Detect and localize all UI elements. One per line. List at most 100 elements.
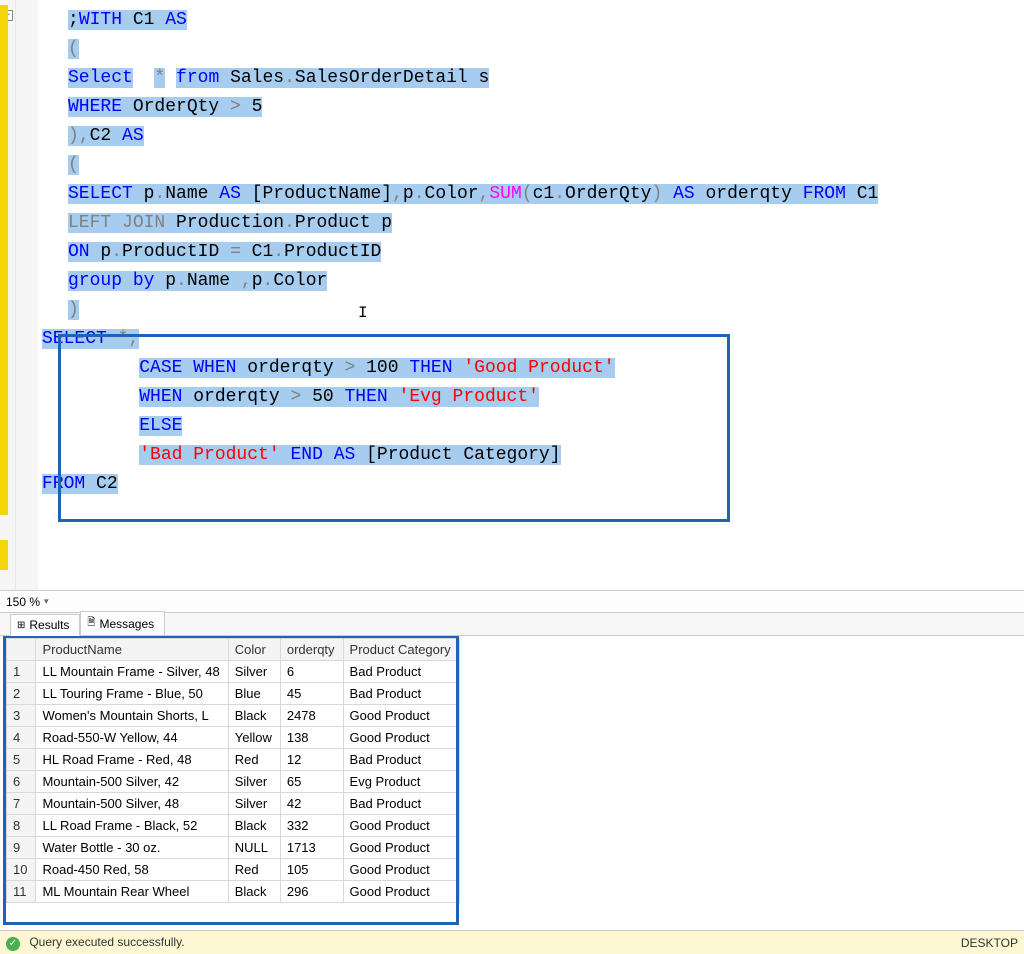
cell[interactable]: Good Product <box>343 727 459 749</box>
cell[interactable]: Silver <box>228 771 280 793</box>
row-number[interactable]: 6 <box>7 771 36 793</box>
row-number[interactable]: 3 <box>7 705 36 727</box>
code-line[interactable]: WHEN orderqty > 50 THEN 'Evg Product' <box>38 383 1024 412</box>
table-row[interactable]: 7Mountain-500 Silver, 48Silver42Bad Prod… <box>7 793 460 815</box>
code-line[interactable]: ( <box>38 151 1024 180</box>
code-line[interactable]: group by p.Name ,p.Color <box>38 267 1024 296</box>
tab-results[interactable]: ⊞ Results <box>10 614 80 636</box>
cell[interactable]: Road-550-W Yellow, 44 <box>36 727 228 749</box>
cell[interactable]: 65 <box>280 771 343 793</box>
table-row[interactable]: 3Women's Mountain Shorts, LBlack2478Good… <box>7 705 460 727</box>
table-row[interactable]: 10Road-450 Red, 58Red105Good Product <box>7 859 460 881</box>
code-content[interactable]: ;WITH C1 AS(Select * from Sales.SalesOrd… <box>38 0 1024 590</box>
cell[interactable]: Black <box>228 705 280 727</box>
table-row[interactable]: 9Water Bottle - 30 oz.NULL1713Good Produ… <box>7 837 460 859</box>
cell[interactable]: 12 <box>280 749 343 771</box>
code-line[interactable]: SELECT p.Name AS [ProductName],p.Color,S… <box>38 180 1024 209</box>
cell[interactable]: Evg Product <box>343 771 459 793</box>
cell[interactable]: 42 <box>280 793 343 815</box>
cell[interactable]: 105 <box>280 859 343 881</box>
outline-gutter <box>16 0 38 590</box>
cell[interactable]: Bad Product <box>343 793 459 815</box>
code-line[interactable]: SELECT *, <box>38 325 1024 354</box>
code-line[interactable]: Select * from Sales.SalesOrderDetail s <box>38 64 1024 93</box>
code-line[interactable]: 'Bad Product' END AS [Product Category] <box>38 441 1024 470</box>
cell[interactable]: Red <box>228 749 280 771</box>
cell[interactable]: ML Mountain Rear Wheel <box>36 881 228 903</box>
code-line[interactable]: ),C2 AS <box>38 122 1024 151</box>
status-bar: ✓ Query executed successfully. DESKTOP <box>0 930 1024 954</box>
tab-messages[interactable]: 🗎 Messages <box>80 611 165 636</box>
change-marker <box>0 5 8 515</box>
row-number[interactable]: 8 <box>7 815 36 837</box>
cell[interactable]: 1713 <box>280 837 343 859</box>
cell[interactable]: Good Product <box>343 837 459 859</box>
column-header[interactable]: ProductName <box>36 639 228 661</box>
cell[interactable]: Good Product <box>343 881 459 903</box>
cell[interactable]: Yellow <box>228 727 280 749</box>
column-header[interactable]: Product Category <box>343 639 459 661</box>
row-number[interactable]: 7 <box>7 793 36 815</box>
cell[interactable]: LL Mountain Frame - Silver, 48 <box>36 661 228 683</box>
code-line[interactable]: ELSE <box>38 412 1024 441</box>
results-pane[interactable]: ProductNameColororderqtyProduct Category… <box>0 636 1024 930</box>
code-line[interactable]: ON p.ProductID = C1.ProductID <box>38 238 1024 267</box>
cell[interactable]: Bad Product <box>343 661 459 683</box>
row-number[interactable]: 9 <box>7 837 36 859</box>
code-line[interactable]: ) <box>38 296 1024 325</box>
cell[interactable]: Red <box>228 859 280 881</box>
results-grid[interactable]: ProductNameColororderqtyProduct Category… <box>6 638 460 903</box>
cell[interactable]: Road-450 Red, 58 <box>36 859 228 881</box>
cell[interactable]: LL Touring Frame - Blue, 50 <box>36 683 228 705</box>
table-row[interactable]: 2LL Touring Frame - Blue, 50Blue45Bad Pr… <box>7 683 460 705</box>
cell[interactable]: Water Bottle - 30 oz. <box>36 837 228 859</box>
cell[interactable]: Good Product <box>343 705 459 727</box>
row-number[interactable]: 5 <box>7 749 36 771</box>
cell[interactable]: Blue <box>228 683 280 705</box>
cell[interactable]: 6 <box>280 661 343 683</box>
row-number[interactable]: 1 <box>7 661 36 683</box>
zoom-bar: 150 % ▾ <box>0 590 1024 612</box>
table-row[interactable]: 11ML Mountain Rear WheelBlack296Good Pro… <box>7 881 460 903</box>
cell[interactable]: Silver <box>228 661 280 683</box>
column-header[interactable]: Color <box>228 639 280 661</box>
table-row[interactable]: 5HL Road Frame - Red, 48Red12Bad Product <box>7 749 460 771</box>
status-server: DESKTOP <box>961 936 1018 950</box>
cell[interactable]: 2478 <box>280 705 343 727</box>
zoom-dropdown-icon[interactable]: ▾ <box>44 596 49 607</box>
table-row[interactable]: 8LL Road Frame - Black, 52Black332Good P… <box>7 815 460 837</box>
column-header[interactable]: orderqty <box>280 639 343 661</box>
code-line[interactable]: WHERE OrderQty > 5 <box>38 93 1024 122</box>
cell[interactable]: Silver <box>228 793 280 815</box>
cell[interactable]: 138 <box>280 727 343 749</box>
table-row[interactable]: 4Road-550-W Yellow, 44Yellow138Good Prod… <box>7 727 460 749</box>
cell[interactable]: Good Product <box>343 815 459 837</box>
cell[interactable]: Women's Mountain Shorts, L <box>36 705 228 727</box>
code-line[interactable]: ( <box>38 35 1024 64</box>
sql-editor[interactable]: − ;WITH C1 AS(Select * from Sales.SalesO… <box>0 0 1024 590</box>
cell[interactable]: Black <box>228 815 280 837</box>
code-line[interactable]: CASE WHEN orderqty > 100 THEN 'Good Prod… <box>38 354 1024 383</box>
cell[interactable]: LL Road Frame - Black, 52 <box>36 815 228 837</box>
table-row[interactable]: 1LL Mountain Frame - Silver, 48Silver6Ba… <box>7 661 460 683</box>
row-number[interactable]: 2 <box>7 683 36 705</box>
code-line[interactable]: LEFT JOIN Production.Product p <box>38 209 1024 238</box>
cell[interactable]: Mountain-500 Silver, 42 <box>36 771 228 793</box>
row-number[interactable]: 11 <box>7 881 36 903</box>
cell[interactable]: NULL <box>228 837 280 859</box>
cell[interactable]: 332 <box>280 815 343 837</box>
cell[interactable]: Good Product <box>343 859 459 881</box>
cell[interactable]: 45 <box>280 683 343 705</box>
cell[interactable]: Bad Product <box>343 683 459 705</box>
cell[interactable]: Bad Product <box>343 749 459 771</box>
cell[interactable]: HL Road Frame - Red, 48 <box>36 749 228 771</box>
table-row[interactable]: 6Mountain-500 Silver, 42Silver65Evg Prod… <box>7 771 460 793</box>
cell[interactable]: 296 <box>280 881 343 903</box>
code-line[interactable]: FROM C2 <box>38 470 1024 499</box>
cell[interactable]: Mountain-500 Silver, 48 <box>36 793 228 815</box>
row-number[interactable]: 10 <box>7 859 36 881</box>
output-tabs: ⊞ Results 🗎 Messages <box>0 612 1024 636</box>
row-number[interactable]: 4 <box>7 727 36 749</box>
code-line[interactable]: ;WITH C1 AS <box>38 6 1024 35</box>
cell[interactable]: Black <box>228 881 280 903</box>
